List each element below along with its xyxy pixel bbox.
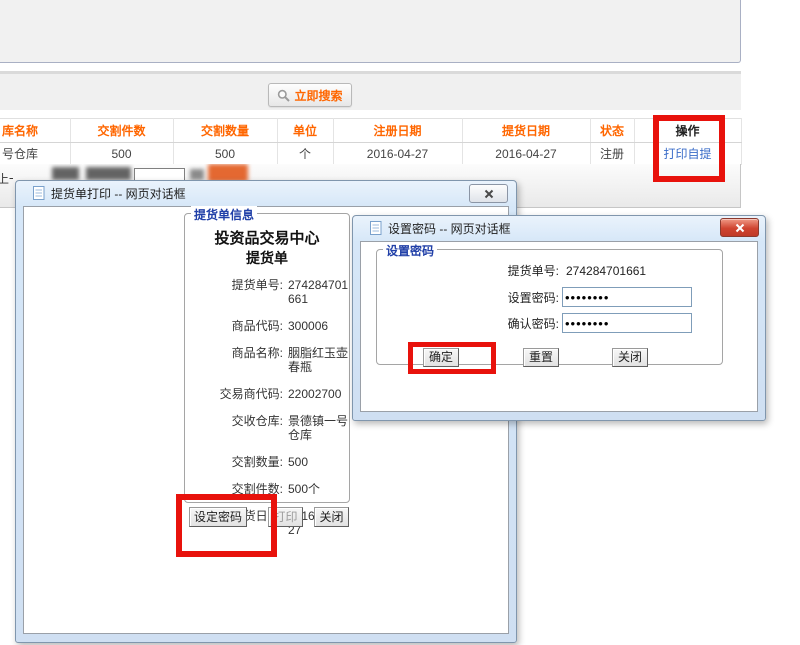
print-dialog-close-button[interactable] bbox=[469, 184, 508, 203]
header-register-date: 注册日期 bbox=[333, 119, 462, 143]
print-dialog-titlebar: 提货单打印 -- 网页对话框 bbox=[16, 181, 516, 205]
password-dialog-title: 设置密码 -- 网页对话框 bbox=[388, 220, 511, 237]
cell-pieces: 500 bbox=[70, 143, 173, 165]
field-warehouse: 交收仓库: 景德镇一号仓库 bbox=[185, 414, 349, 442]
prev-page-partial-text: 上一 bbox=[0, 170, 13, 187]
redacted-pagination-text bbox=[52, 167, 79, 180]
header-pickup-date: 提货日期 bbox=[462, 119, 590, 143]
cell-status: 注册 bbox=[590, 143, 634, 165]
highlight-rect-print-link bbox=[653, 115, 725, 182]
search-form-panel bbox=[0, 0, 741, 63]
row-order-number: 提货单号: 274284701661 bbox=[377, 262, 722, 279]
field-commodity-name: 商品名称: 胭脂红玉壶春瓶 bbox=[185, 346, 349, 374]
cell-unit: 个 bbox=[277, 143, 333, 165]
highlight-rect-ok-button bbox=[408, 342, 496, 374]
password-dialog-close-button[interactable] bbox=[720, 218, 759, 237]
cell-pickup-date: 2016-04-27 bbox=[462, 143, 590, 165]
field-delivery-quantity: 交割数量: 500 bbox=[185, 455, 349, 469]
header-status: 状态 bbox=[590, 119, 634, 143]
cell-quantity: 500 bbox=[173, 143, 277, 165]
header-pieces: 交割件数 bbox=[70, 119, 173, 143]
search-toolbar: 立即搜索 bbox=[0, 71, 741, 110]
header-warehouse: 库名称 bbox=[0, 119, 70, 143]
redacted-pagination-text bbox=[86, 167, 131, 180]
field-trader-code: 交易商代码: 22002700 bbox=[185, 387, 349, 401]
field-order-number: 提货单号: 274284701661 bbox=[185, 278, 349, 306]
document-icon bbox=[370, 221, 382, 235]
close-icon bbox=[735, 223, 745, 233]
close-password-dialog-button[interactable]: 关闭 bbox=[612, 348, 648, 367]
document-icon bbox=[33, 186, 45, 200]
confirm-password-input[interactable] bbox=[562, 313, 692, 333]
close-icon bbox=[484, 189, 494, 199]
row-confirm-password: 确认密码: bbox=[377, 313, 722, 333]
delivery-order-info-groupbox: 提货单信息 投资品交易中心 提货单 提货单号: 274284701661 商品代… bbox=[184, 213, 350, 503]
delivery-order-info-legend: 提货单信息 bbox=[191, 206, 257, 223]
redacted-pagination-text bbox=[190, 169, 204, 180]
delivery-orders-table: 库名称 交割件数 交割数量 单位 注册日期 提货日期 状态 操作 号仓库 500… bbox=[0, 118, 742, 165]
row-set-password: 设置密码: bbox=[377, 287, 722, 307]
set-password-legend: 设置密码 bbox=[383, 242, 437, 259]
close-print-dialog-button[interactable]: 关闭 bbox=[314, 507, 349, 527]
print-dialog-title: 提货单打印 -- 网页对话框 bbox=[51, 185, 186, 202]
header-unit: 单位 bbox=[277, 119, 333, 143]
table-row: 号仓库 500 500 个 2016-04-27 2016-04-27 注册 打… bbox=[0, 143, 741, 165]
password-dialog-titlebar: 设置密码 -- 网页对话框 bbox=[353, 216, 765, 240]
search-now-label: 立即搜索 bbox=[294, 87, 342, 104]
field-commodity-code: 商品代码: 300006 bbox=[185, 319, 349, 333]
header-quantity: 交割数量 bbox=[173, 119, 277, 143]
table-header-row: 库名称 交割件数 交割数量 单位 注册日期 提货日期 状态 操作 bbox=[0, 119, 741, 143]
highlight-rect-set-password bbox=[176, 494, 277, 557]
set-password-input[interactable] bbox=[562, 287, 692, 307]
search-icon bbox=[277, 89, 290, 102]
search-now-button[interactable]: 立即搜索 bbox=[268, 83, 352, 107]
reset-button[interactable]: 重置 bbox=[523, 348, 559, 367]
cell-register-date: 2016-04-27 bbox=[333, 143, 462, 165]
doc-title-line1: 投资品交易中心 bbox=[185, 227, 349, 248]
cell-warehouse: 号仓库 bbox=[0, 143, 70, 165]
doc-title-line2: 提货单 bbox=[185, 248, 349, 268]
set-password-dialog: 设置密码 -- 网页对话框 设置密码 提货单号: 274284701661 设置… bbox=[352, 215, 766, 421]
